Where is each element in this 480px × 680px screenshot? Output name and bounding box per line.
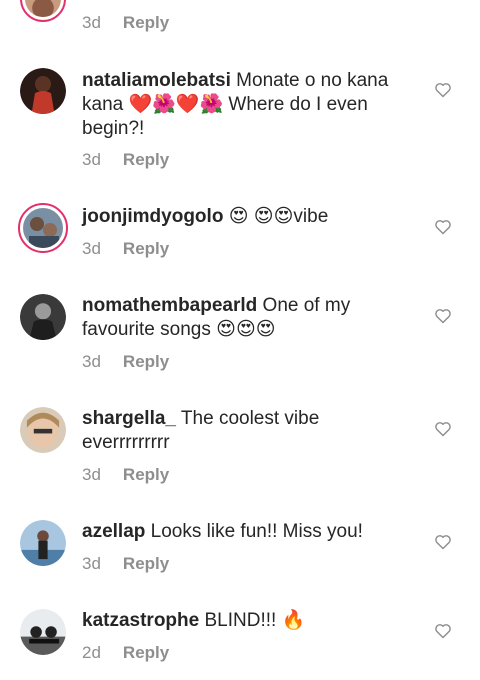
comment-username[interactable]: azellap [82,521,145,542]
comment-time: 3d [82,465,101,484]
comment-time: 3d [82,13,101,32]
heart-outline-icon[interactable] [434,623,452,639]
comment-body: Looks like fun!! Miss you! [145,521,363,542]
comment-username[interactable]: joonjimdyogolo [82,206,223,227]
comment-text: shargella_ The coolest vibe everrrrrrrrr [82,407,412,455]
comment-meta: 3d Reply [82,352,169,372]
comment-text: nataliamolebatsi Monate o no kana kana ❤… [82,69,412,141]
avatar[interactable] [20,0,66,22]
comment-text: nomathembapearld One of my favourite son… [82,294,412,342]
avatar[interactable] [20,520,66,566]
reply-button[interactable]: Reply [123,13,169,32]
comment-meta: 3d Reply [82,465,169,485]
avatar[interactable] [20,294,66,340]
comment-username[interactable]: nomathembapearld [82,295,257,316]
heart-outline-icon[interactable] [434,308,452,324]
heart-outline-icon[interactable] [434,219,452,235]
avatar[interactable] [20,407,66,453]
avatar[interactable] [18,203,68,253]
comment-meta: 2d Reply [82,643,169,663]
comment-time: 3d [82,554,101,573]
comment-time: 3d [82,150,101,169]
reply-button[interactable]: Reply [123,150,169,169]
avatar[interactable] [20,68,66,114]
comment-meta: 3d Reply [82,150,169,170]
reply-button[interactable]: Reply [123,239,169,258]
heart-outline-icon[interactable] [434,82,452,98]
reply-button[interactable]: Reply [123,352,169,371]
comments-list: 3d Reply nataliamolebatsi Monate o no kan… [0,0,480,680]
comment-username[interactable]: nataliamolebatsi [82,70,231,91]
reply-button[interactable]: Reply [123,465,169,484]
comment-meta: 3d Reply [82,239,169,259]
comment-body: 😍 😍😍vibe [223,206,329,227]
reply-button[interactable]: Reply [123,643,169,662]
comment-meta: 3d Reply [82,554,169,574]
comment-meta: 3d Reply [82,13,169,33]
heart-outline-icon[interactable] [434,421,452,437]
comment-time: 3d [82,352,101,371]
avatar[interactable] [20,609,66,655]
comment-text: joonjimdyogolo 😍 😍😍vibe [82,205,412,229]
comment-text: azellap Looks like fun!! Miss you! [82,520,412,544]
comment-time: 2d [82,643,101,662]
comment-username[interactable]: shargella_ [82,408,176,429]
comment-body: BLIND!!! 🔥 [199,610,306,631]
comment-time: 3d [82,239,101,258]
comment-text: katzastrophe BLIND!!! 🔥 [82,609,412,633]
comment-username[interactable]: katzastrophe [82,610,199,631]
reply-button[interactable]: Reply [123,554,169,573]
heart-outline-icon[interactable] [434,534,452,550]
